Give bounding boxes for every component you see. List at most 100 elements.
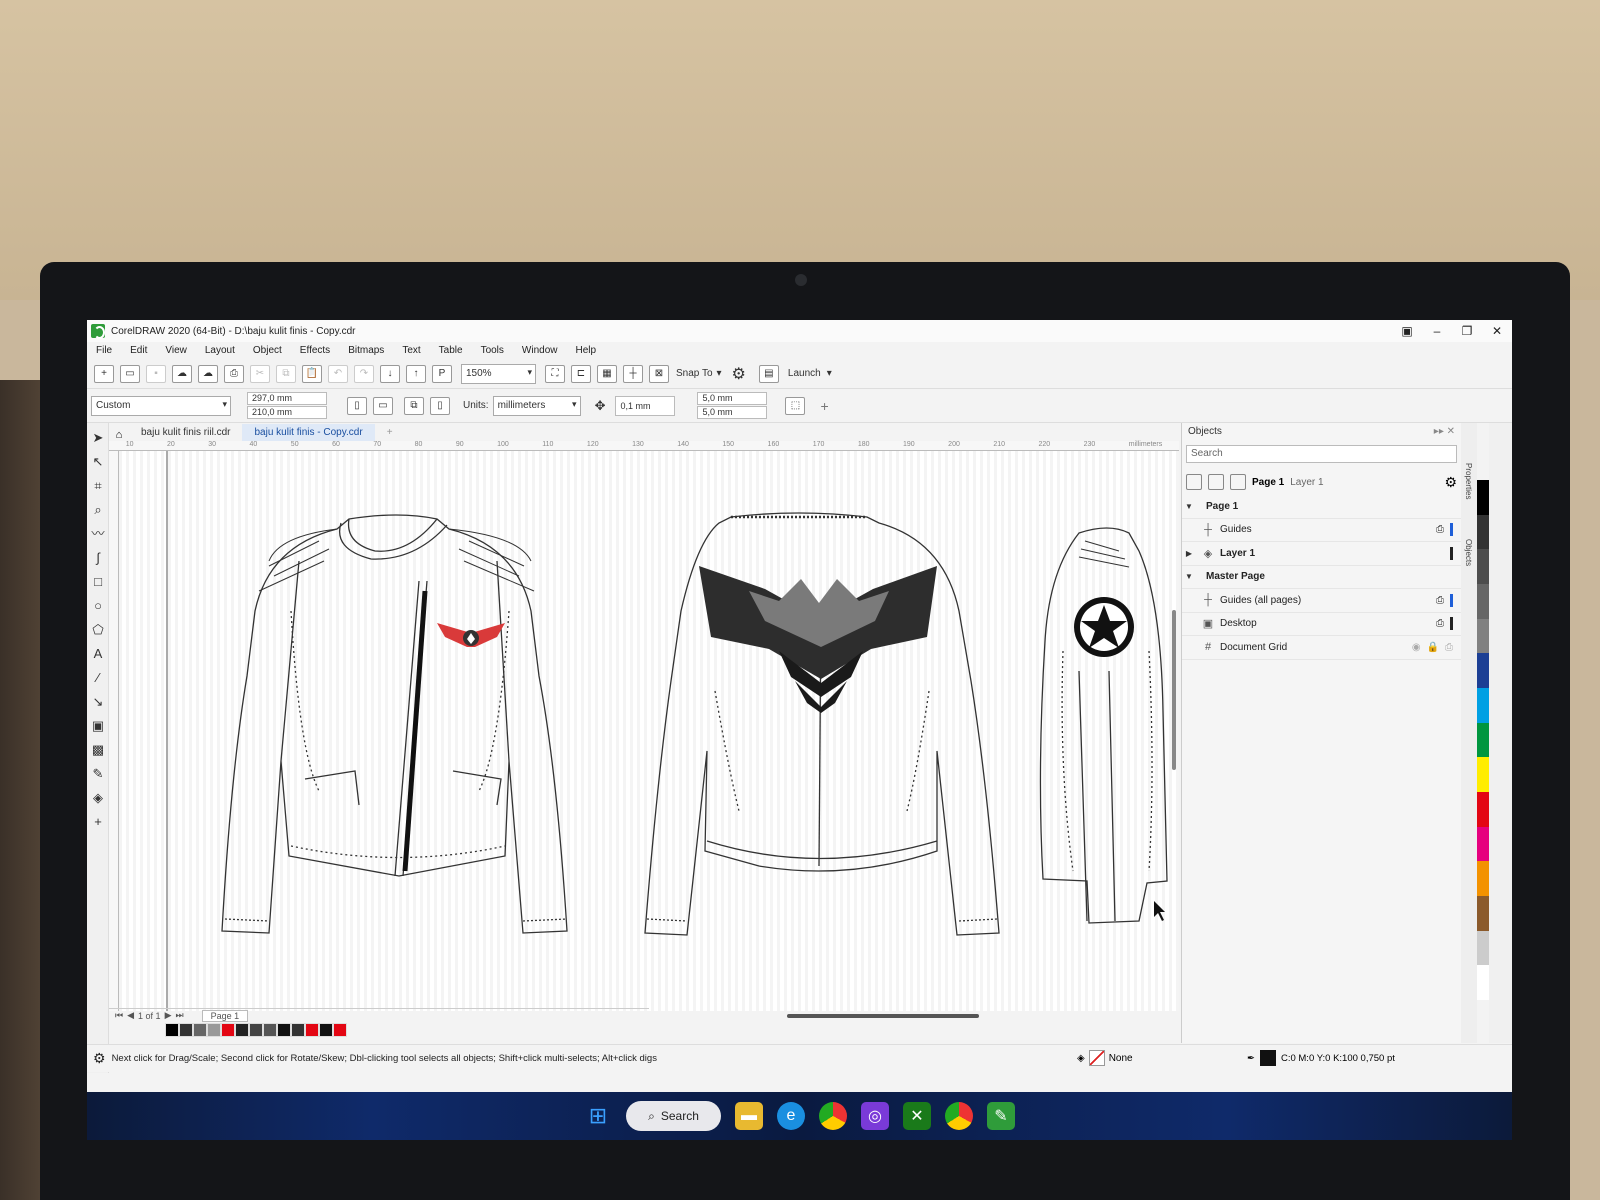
palette-swatch[interactable] [1477, 896, 1489, 931]
pick-tool-icon[interactable]: ➤ [89, 429, 107, 447]
chrome-profile-icon[interactable] [945, 1102, 973, 1130]
palette-swatch[interactable] [1477, 480, 1489, 515]
close-button[interactable]: ✕ [1482, 324, 1512, 338]
menu-text[interactable]: Text [402, 345, 420, 356]
palette-swatch[interactable] [1477, 653, 1489, 689]
parallel-dimension-tool-icon[interactable]: ⁄ [89, 669, 107, 687]
portrait-icon[interactable]: ▯ [347, 396, 367, 415]
expand-triangle-icon[interactable]: ▶ [1182, 549, 1196, 558]
color-palette[interactable] [1477, 480, 1489, 1001]
tab-properties[interactable]: Properties [1464, 463, 1473, 499]
artistic-media-tool-icon[interactable]: ∫ [89, 549, 107, 567]
drop-shadow-tool-icon[interactable]: ▣ [89, 717, 107, 735]
minimize-button[interactable]: – [1422, 324, 1452, 338]
polygon-tool-icon[interactable]: ⬠ [89, 621, 107, 639]
open-folder-icon[interactable]: ▭ [120, 364, 140, 383]
tree-row-guides[interactable]: ┼ Guides ⎙ [1182, 519, 1461, 542]
document-palette-swatch[interactable] [235, 1023, 249, 1037]
launch-button[interactable]: Launch [788, 368, 821, 379]
palette-swatch[interactable] [1477, 757, 1489, 793]
cloud-upload-icon[interactable]: ☁ [172, 364, 192, 383]
panel-close-icon[interactable]: ▸▸ ✕ [1434, 426, 1455, 437]
home-icon[interactable]: ⌂ [109, 429, 129, 441]
collapse-triangle-icon[interactable]: ▼ [1182, 572, 1196, 581]
save-icon[interactable]: ▪ [146, 364, 166, 383]
palette-swatch[interactable] [1477, 618, 1489, 654]
menu-bitmaps[interactable]: Bitmaps [348, 345, 384, 356]
add-tool-icon[interactable]: + [89, 813, 107, 831]
windows-start-icon[interactable]: ⊞ [584, 1102, 612, 1130]
duplicate-y-input[interactable]: 5,0 mm [697, 406, 768, 419]
full-screen-icon[interactable]: ⛶ [545, 364, 565, 383]
tab-baju-kulit-finis-copy[interactable]: baju kulit finis - Copy.cdr [242, 424, 375, 441]
new-document-icon[interactable]: + [94, 364, 114, 383]
palette-swatch[interactable] [1477, 861, 1489, 897]
export-icon[interactable]: ↑ [406, 364, 426, 383]
document-palette-swatch[interactable] [179, 1023, 193, 1037]
document-palette-swatch[interactable] [193, 1023, 207, 1037]
page-height-input[interactable]: 210,0 mm [247, 406, 327, 419]
paste-icon[interactable]: 📋 [302, 364, 322, 383]
page-size-select[interactable]: Custom [91, 395, 231, 416]
text-tool-icon[interactable]: A [89, 645, 107, 663]
tree-row-desktop[interactable]: ▣ Desktop ⎙ [1182, 613, 1461, 636]
menu-effects[interactable]: Effects [300, 345, 330, 356]
objects-search-input[interactable]: Search [1186, 445, 1457, 463]
panel-options-gear-icon[interactable]: ⚙ [1444, 474, 1457, 491]
menu-tools[interactable]: Tools [481, 345, 504, 356]
show-grid-icon[interactable]: ▦ [597, 364, 617, 383]
zoom-level-select[interactable]: 150% [461, 363, 536, 384]
show-guides-icon[interactable]: ┼ [623, 364, 643, 383]
current-page-icon[interactable]: ▯ [430, 396, 450, 415]
file-explorer-icon[interactable]: ▬ [735, 1102, 763, 1130]
rectangle-tool-icon[interactable]: □ [89, 573, 107, 591]
document-palette-swatch[interactable] [333, 1023, 347, 1037]
outline-indicator[interactable]: ✒ C:0 M:0 Y:0 K:100 0,750 pt [1247, 1050, 1395, 1066]
document-palette-swatch[interactable] [305, 1023, 319, 1037]
palette-swatch[interactable] [1477, 688, 1489, 723]
front-jacket[interactable] [166, 451, 568, 1011]
lock-icon[interactable]: 🔒 [1427, 642, 1439, 653]
taskbar-search[interactable]: ⌕ Search [626, 1101, 721, 1131]
cloud-download-icon[interactable]: ☁ [198, 364, 218, 383]
units-select[interactable]: millimeters [492, 395, 581, 416]
print-toggle-icon[interactable]: ⎙ [1445, 642, 1453, 653]
shape-tool-icon[interactable]: ↖ [89, 453, 107, 471]
ellipse-tool-icon[interactable]: ○ [89, 597, 107, 615]
treat-as-filled-icon[interactable]: ⬚ [785, 396, 806, 415]
print-icon[interactable]: ⎙ [224, 364, 244, 383]
all-pages-icon[interactable]: ⧉ [404, 396, 424, 415]
maximize-button[interactable]: ❐ [1452, 324, 1482, 338]
redo-icon[interactable]: ↷ [354, 364, 374, 383]
drawing-canvas[interactable] [119, 451, 1179, 1011]
status-gear-icon[interactable]: ⚙ [93, 1050, 106, 1067]
palette-swatch[interactable] [1477, 549, 1489, 585]
launch-icon[interactable]: ▤ [758, 364, 779, 383]
menu-help[interactable]: Help [576, 345, 597, 356]
fill-indicator[interactable]: ◈ None [1077, 1050, 1133, 1066]
document-palette-swatch[interactable] [207, 1023, 221, 1037]
restore-view-icon[interactable]: ▣ [1392, 324, 1422, 338]
horizontal-ruler[interactable]: 10 20 30 40 50 60 70 80 90 100 110 120 130 140 150 160 1… [109, 441, 1179, 451]
copy-icon[interactable]: ⧉ [276, 364, 296, 383]
instagram-icon[interactable]: ◎ [861, 1102, 889, 1130]
document-palette-swatch[interactable] [249, 1023, 263, 1037]
document-palette-swatch[interactable] [277, 1023, 291, 1037]
layer-view-icon[interactable] [1186, 474, 1202, 490]
page-width-input[interactable]: 297,0 mm [247, 392, 327, 405]
vertical-scrollbar[interactable] [1172, 610, 1176, 770]
interactive-fill-tool-icon[interactable]: ◈ [89, 789, 107, 807]
chevron-down-icon[interactable]: ▾ [717, 368, 722, 379]
document-palette-swatch[interactable] [165, 1023, 179, 1037]
tree-row-layer-1[interactable]: ▶ ◈ Layer 1 [1182, 542, 1461, 566]
coreldraw-taskbar-icon[interactable]: ✎ [987, 1102, 1015, 1130]
freehand-tool-icon[interactable]: 〰 [89, 525, 107, 543]
first-page-icon[interactable]: ⏮ [115, 1010, 123, 1021]
zoom-tool-icon[interactable]: ⌕ [89, 501, 107, 519]
add-toolbar-icon[interactable]: + [820, 398, 828, 414]
side-sleeve-view[interactable] [1039, 527, 1168, 924]
xbox-icon[interactable]: ✕ [903, 1102, 931, 1130]
eyedropper-tool-icon[interactable]: ✎ [89, 765, 107, 783]
palette-swatch[interactable] [1477, 826, 1489, 862]
export-pdf-icon[interactable]: P [432, 364, 452, 383]
